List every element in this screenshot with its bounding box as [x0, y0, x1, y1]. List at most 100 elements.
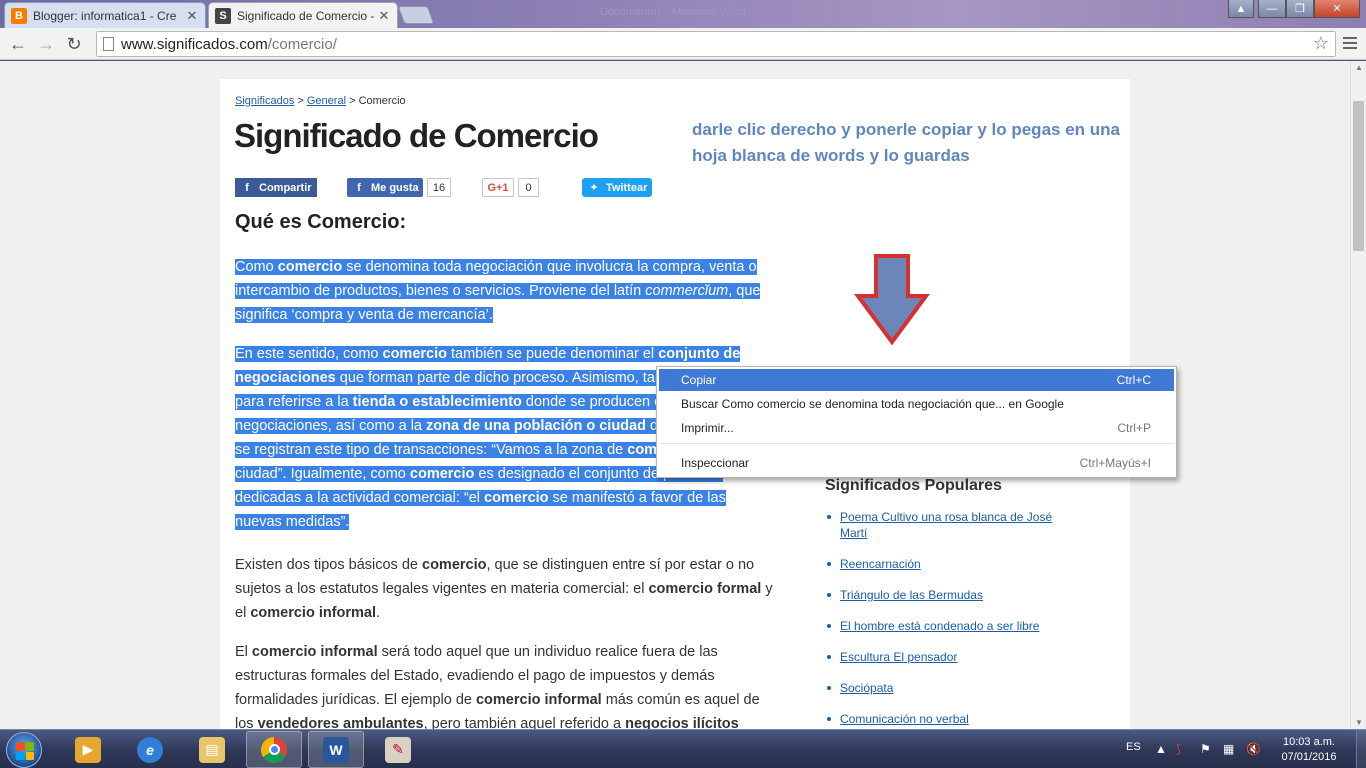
breadcrumb: Significados > General > Comercio [235, 95, 406, 107]
paragraph-text: Existen dos tipos básicos de comercio, q… [235, 557, 773, 621]
system-clock[interactable]: 10:03 a.m. 07/01/2016 [1268, 735, 1350, 765]
paint-icon: ✎ [385, 736, 411, 763]
forward-arrow-icon[interactable]: → [34, 33, 58, 55]
menu-item-label: Inspeccionar [681, 456, 750, 470]
twitter-bird-icon: ✦ [589, 182, 599, 194]
context-menu: Copiar Ctrl+C Buscar Como comercio se de… [656, 366, 1177, 478]
action-center-icon[interactable]: ⚑ [1200, 742, 1211, 756]
breadcrumb-home-link[interactable]: Significados [235, 95, 294, 107]
reload-icon[interactable]: ↻ [62, 33, 86, 55]
background-window-title: Documento1 - Microsoft Word [600, 6, 746, 18]
significados-s-icon: S [215, 7, 231, 24]
close-window-button[interactable]: ✕ [1314, 0, 1360, 18]
facebook-icon: f [245, 181, 249, 194]
page-icon [103, 37, 114, 51]
paragraph-text: El comercio informal será todo aquel que… [235, 644, 760, 729]
scroll-thumb[interactable] [1353, 101, 1364, 251]
popular-item: Escultura El pensador [825, 649, 1075, 665]
taskbar-internet-explorer[interactable]: e [122, 731, 178, 768]
close-icon[interactable]: ✕ [377, 8, 391, 24]
paragraph-1[interactable]: Como comercio se denomina toda negociaci… [235, 255, 775, 327]
popular-link[interactable]: Sociópata [840, 681, 893, 695]
popular-item: Sociópata [825, 680, 1075, 696]
tab-significados[interactable]: S Significado de Comercio - ✕ [208, 2, 398, 28]
menu-item-shortcut: Ctrl+P [1117, 421, 1151, 435]
popular-link[interactable]: Reencarnación [840, 557, 921, 571]
menu-item-label: Buscar Como comercio se denomina toda ne… [681, 397, 1064, 411]
facebook-icon: f [357, 181, 361, 194]
start-button[interactable] [6, 732, 42, 768]
browser-title-bar: B Blogger: informatica1 - Cre ✕ S Signif… [0, 0, 1366, 28]
selected-text: Como comercio se denomina toda negociaci… [235, 259, 761, 323]
blogger-icon: B [11, 7, 27, 24]
popular-item: Reencarnación [825, 556, 1075, 572]
paragraph-3[interactable]: Existen dos tipos básicos de comercio, q… [235, 553, 775, 625]
twitter-label: Twittear [606, 181, 648, 194]
popular-item: El hombre está condenado a ser libre [825, 618, 1075, 634]
popular-link[interactable]: El hombre está condenado a ser libre [840, 619, 1039, 633]
windows-taskbar: ▶ e ▤ W ✎ ES ▲ ⟆ ⚑ ▦ 🔇 10:03 a.m. 07/01/… [0, 729, 1366, 768]
volume-muted-icon[interactable]: 🔇 [1246, 742, 1261, 756]
close-icon[interactable]: ✕ [185, 8, 199, 24]
paragraph-4[interactable]: El comercio informal será todo aquel que… [235, 640, 775, 729]
taskbar-word[interactable]: W [308, 731, 364, 768]
breadcrumb-separator: > [346, 95, 359, 107]
google-plus-count: 0 [518, 178, 539, 197]
facebook-like-button[interactable]: f Me gusta [347, 178, 423, 197]
internet-explorer-icon: e [137, 736, 163, 763]
taskbar-media-player[interactable]: ▶ [60, 731, 116, 768]
popular-link[interactable]: Escultura El pensador [840, 650, 957, 664]
popular-link[interactable]: Triángulo de las Bermudas [840, 588, 983, 602]
minimize-button[interactable]: — [1258, 0, 1286, 18]
popular-item: Poema Cultivo una rosa blanca de José Ma… [825, 509, 1075, 541]
windows-logo-icon [16, 742, 34, 760]
chrome-menu-icon[interactable] [1343, 34, 1359, 52]
google-plus-label: G+1 [487, 181, 509, 194]
breadcrumb-category-link[interactable]: General [307, 95, 346, 107]
menu-item-shortcut: Ctrl+C [1116, 373, 1151, 387]
antivirus-icon[interactable]: ⟆ [1176, 742, 1181, 756]
taskbar-chrome[interactable] [246, 731, 302, 768]
breadcrumb-separator: > [294, 95, 307, 107]
new-tab-button[interactable] [397, 6, 435, 24]
network-icon[interactable]: ▦ [1223, 742, 1234, 756]
media-player-icon: ▶ [75, 736, 101, 763]
scroll-down-icon[interactable]: ▼ [1354, 718, 1364, 727]
facebook-share-label: Compartir [259, 181, 312, 194]
menu-item-inspect[interactable]: Inspeccionar Ctrl+Mayús+I [659, 452, 1174, 474]
language-indicator[interactable]: ES [1126, 741, 1141, 753]
show-hidden-icons-icon[interactable]: ▲ [1155, 742, 1167, 756]
user-icon[interactable]: ▲ [1228, 0, 1254, 18]
like-count: 16 [427, 178, 451, 197]
popular-item: Triángulo de las Bermudas [825, 587, 1075, 603]
menu-item-shortcut: Ctrl+Mayús+I [1079, 456, 1151, 470]
browser-toolbar: ← → ↻ www.significados.com/comercio/ ☆ [0, 28, 1366, 60]
menu-item-print[interactable]: Imprimir... Ctrl+P [659, 417, 1174, 439]
menu-item-search-google[interactable]: Buscar Como comercio se denomina toda ne… [659, 393, 1174, 415]
taskbar-paint[interactable]: ✎ [370, 731, 426, 768]
popular-link[interactable]: Poema Cultivo una rosa blanca de José Ma… [840, 510, 1052, 540]
show-desktop-button[interactable] [1356, 730, 1366, 768]
restore-button[interactable]: ❐ [1286, 0, 1314, 18]
clock-date: 07/01/2016 [1281, 751, 1337, 763]
facebook-share-button[interactable]: f Compartir [235, 178, 317, 197]
menu-item-label: Copiar [681, 373, 717, 387]
back-arrow-icon[interactable]: ← [6, 33, 30, 55]
word-icon: W [323, 736, 349, 763]
bookmark-star-icon[interactable]: ☆ [1313, 33, 1329, 54]
taskbar-file-explorer[interactable]: ▤ [184, 731, 240, 768]
scroll-up-icon[interactable]: ▲ [1354, 63, 1364, 72]
clock-time: 10:03 a.m. [1283, 736, 1335, 748]
twitter-button[interactable]: ✦ Twittear [582, 178, 652, 197]
page-title: Significado de Comercio [234, 117, 599, 154]
address-bar[interactable]: www.significados.com/comercio/ ☆ [96, 31, 1336, 57]
google-plus-button[interactable]: G+1 [482, 178, 514, 197]
chrome-icon [261, 736, 287, 763]
popular-link[interactable]: Comunicación no verbal [840, 712, 969, 726]
tab-title: Significado de Comercio - [237, 8, 375, 23]
tab-blogger[interactable]: B Blogger: informatica1 - Cre ✕ [4, 2, 206, 28]
down-arrow-icon [854, 254, 930, 346]
vertical-scrollbar[interactable]: ▲ ▼ [1350, 61, 1366, 729]
menu-item-copy[interactable]: Copiar Ctrl+C [659, 369, 1174, 391]
section-heading: Qué es Comercio: [235, 211, 407, 233]
